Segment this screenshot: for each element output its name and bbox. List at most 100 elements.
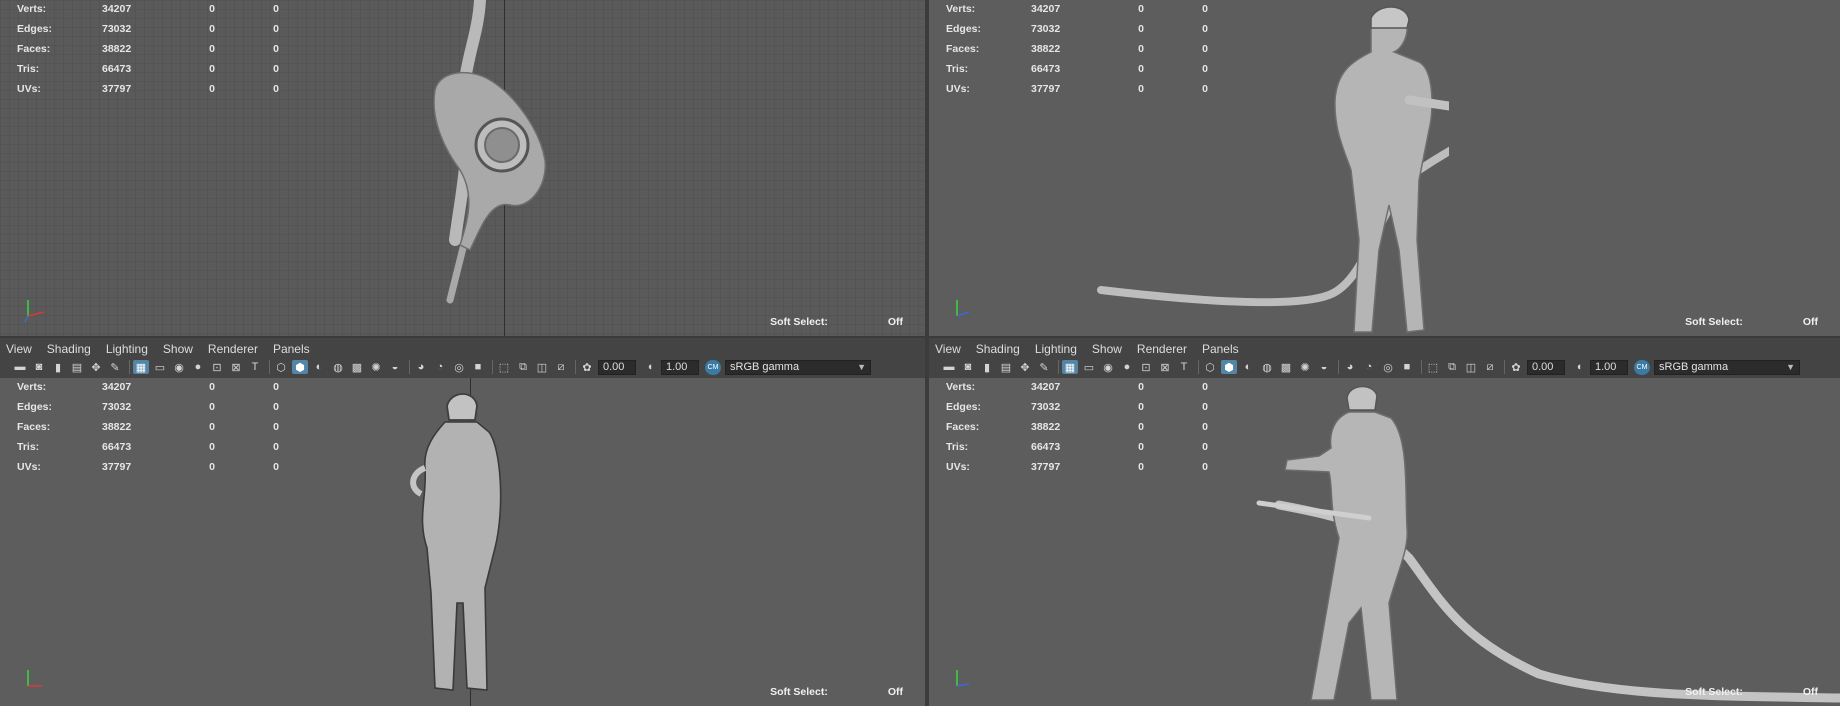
exposure-icon[interactable]: ✿ (579, 360, 595, 374)
hud-label: Tris: (17, 441, 40, 453)
hud-row-faces: Faces: 38822 0 0 (17, 39, 279, 59)
textured-icon[interactable]: ◍ (330, 360, 346, 374)
ambient-occlusion-icon[interactable]: ◕ (413, 360, 429, 374)
shadow-icon[interactable]: ◒ (1316, 360, 1332, 374)
hud-value: 0 (273, 23, 279, 35)
checker-icon[interactable]: ▩ (349, 360, 365, 374)
color-management-icon[interactable]: CM (705, 359, 721, 375)
wireframe-icon[interactable]: ⬡ (1202, 360, 1218, 374)
menu-lighting[interactable]: Lighting (1035, 342, 1077, 356)
menu-renderer[interactable]: Renderer (1137, 342, 1187, 356)
film-gate-icon[interactable]: ▭ (1081, 360, 1097, 374)
hud-value: 73032 (102, 23, 132, 35)
pan-zoom-icon[interactable]: ✥ (1017, 360, 1033, 374)
hud-row-tris: Tris: 66473 0 0 (17, 59, 279, 79)
exposure-field[interactable]: 0.00 (1527, 359, 1565, 375)
xray-icon[interactable]: ⧉ (515, 360, 531, 374)
viewport-front[interactable]: Verts: 34207 0 0 Edges: 73032 0 0 Faces: 38822 0… (929, 0, 1840, 336)
toolbar-separator (1058, 360, 1059, 374)
wireframe-on-shaded-icon[interactable]: ◐ (311, 360, 327, 374)
safe-action-icon[interactable]: ⊠ (1157, 360, 1173, 374)
viewport-perspective[interactable]: Verts: 34207 0 0 Edges: 73032 0 0 Faces: 38822 0… (929, 378, 1840, 706)
safe-title-icon[interactable]: T (1176, 360, 1192, 374)
menu-panels[interactable]: Panels (273, 342, 310, 356)
view-transform-select[interactable]: sRGB gamma ▼ (1654, 359, 1800, 375)
hud-row-uvs: UVs: 37797 0 0 (17, 79, 279, 99)
gate-mask-icon[interactable]: ● (1119, 360, 1135, 374)
xray-joints-icon[interactable]: ⧄ (553, 360, 569, 374)
antialiasing-icon[interactable]: ◎ (1380, 360, 1396, 374)
xray-joints-icon[interactable]: ⧄ (1482, 360, 1498, 374)
depth-of-field-icon[interactable]: ■ (1399, 360, 1415, 374)
wireframe-icon[interactable]: ⬡ (273, 360, 289, 374)
xray-icon[interactable]: ⧉ (1444, 360, 1460, 374)
camera-attributes-icon[interactable]: ◙ (960, 360, 976, 374)
menu-renderer[interactable]: Renderer (208, 342, 258, 356)
viewport-side[interactable]: Verts: 34207 0 0 Edges: 73032 0 0 Faces: 38822 0… (0, 378, 925, 706)
menu-show[interactable]: Show (163, 342, 193, 356)
shadow-icon[interactable]: ◒ (387, 360, 403, 374)
grid-icon[interactable]: ▦ (133, 360, 149, 374)
exposure-field[interactable]: 0.00 (598, 359, 636, 375)
firefighter-model-top[interactable] (420, 0, 570, 320)
grease-pencil-icon[interactable]: ✎ (1036, 360, 1052, 374)
field-chart-icon[interactable]: ⊡ (209, 360, 225, 374)
soft-select-label: Soft Select: (1685, 316, 1743, 328)
exposure-icon[interactable]: ✿ (1508, 360, 1524, 374)
camera-icon[interactable]: ▬ (12, 360, 28, 374)
isolate-icon[interactable]: ⬚ (496, 360, 512, 374)
textured-icon[interactable]: ◍ (1259, 360, 1275, 374)
menu-panels[interactable]: Panels (1202, 342, 1239, 356)
soft-select-value: Off (1802, 686, 1818, 698)
antialiasing-icon[interactable]: ◎ (451, 360, 467, 374)
image-plane-icon[interactable]: ▤ (998, 360, 1014, 374)
menu-view[interactable]: View (935, 342, 961, 356)
smooth-shade-icon[interactable]: ⬢ (1221, 360, 1237, 374)
color-management-icon[interactable]: CM (1634, 359, 1650, 375)
safe-title-icon[interactable]: T (247, 360, 263, 374)
gamma-icon[interactable]: ◖ (1571, 360, 1587, 374)
firefighter-model-front[interactable] (1089, 0, 1449, 336)
camera-attributes-icon[interactable]: ◙ (31, 360, 47, 374)
firefighter-model-perspective[interactable] (1199, 378, 1840, 706)
resolution-gate-icon[interactable]: ◉ (1100, 360, 1116, 374)
menu-view[interactable]: View (6, 342, 32, 356)
menu-show[interactable]: Show (1092, 342, 1122, 356)
lighting-icon[interactable]: ✺ (368, 360, 384, 374)
gamma-icon[interactable]: ◖ (642, 360, 658, 374)
viewport-top[interactable]: Verts: 34207 0 0 Edges: 73032 0 0 Faces: 38822 0… (0, 0, 925, 336)
resolution-gate-icon[interactable]: ◉ (171, 360, 187, 374)
lighting-icon[interactable]: ✺ (1297, 360, 1313, 374)
panel-menu-bar-right: View Shading Lighting Show Renderer Pane… (929, 338, 1840, 360)
motion-blur-icon[interactable]: ◔ (1361, 360, 1377, 374)
camera-icon[interactable]: ▬ (941, 360, 957, 374)
pan-zoom-icon[interactable]: ✥ (88, 360, 104, 374)
grease-pencil-icon[interactable]: ✎ (107, 360, 123, 374)
bookmark-icon[interactable]: ▮ (50, 360, 66, 374)
view-transform-select[interactable]: sRGB gamma ▼ (725, 359, 871, 375)
motion-blur-icon[interactable]: ◔ (432, 360, 448, 374)
xray-active-icon[interactable]: ◫ (534, 360, 550, 374)
xray-active-icon[interactable]: ◫ (1463, 360, 1479, 374)
smooth-shade-icon[interactable]: ⬢ (292, 360, 308, 374)
gate-mask-icon[interactable]: ● (190, 360, 206, 374)
image-plane-icon[interactable]: ▤ (69, 360, 85, 374)
field-chart-icon[interactable]: ⊡ (1138, 360, 1154, 374)
wireframe-on-shaded-icon[interactable]: ◐ (1240, 360, 1256, 374)
bookmark-icon[interactable]: ▮ (979, 360, 995, 374)
hud-value: 0 (273, 3, 279, 15)
depth-of-field-icon[interactable]: ■ (470, 360, 486, 374)
menu-shading[interactable]: Shading (976, 342, 1020, 356)
gamma-field[interactable]: 1.00 (661, 359, 699, 375)
gamma-field[interactable]: 1.00 (1590, 359, 1628, 375)
grid-icon[interactable]: ▦ (1062, 360, 1078, 374)
safe-action-icon[interactable]: ⊠ (228, 360, 244, 374)
menu-lighting[interactable]: Lighting (106, 342, 148, 356)
isolate-icon[interactable]: ⬚ (1425, 360, 1441, 374)
checker-icon[interactable]: ▩ (1278, 360, 1294, 374)
hud-value: 0 (1138, 441, 1144, 453)
ambient-occlusion-icon[interactable]: ◕ (1342, 360, 1358, 374)
menu-shading[interactable]: Shading (47, 342, 91, 356)
film-gate-icon[interactable]: ▭ (152, 360, 168, 374)
firefighter-model-side[interactable] (405, 388, 515, 698)
